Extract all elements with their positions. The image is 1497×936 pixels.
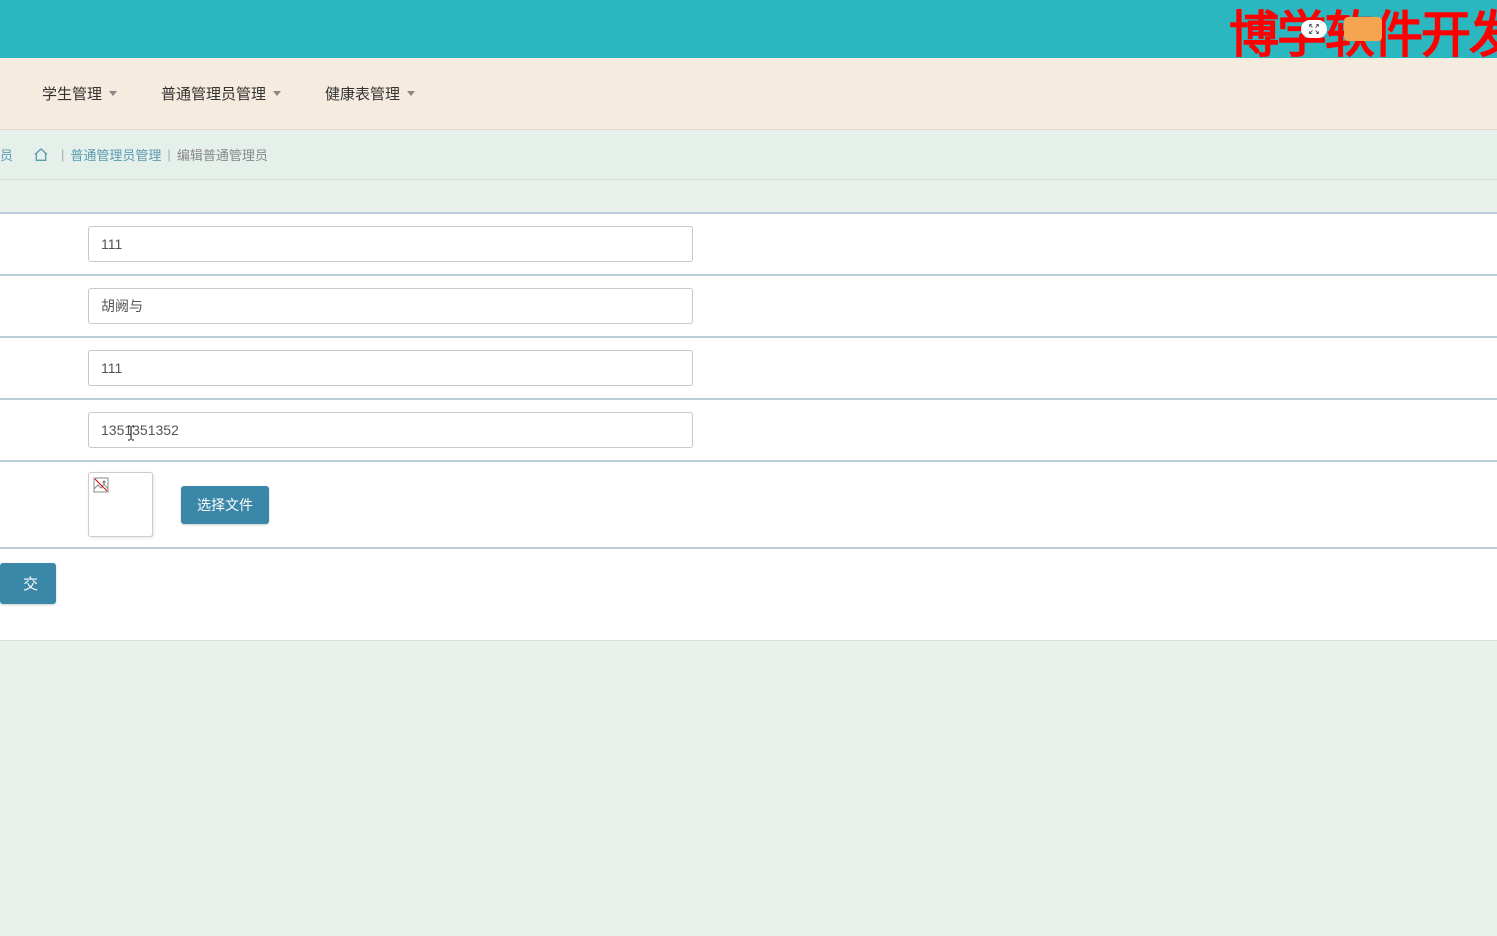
home-icon[interactable] bbox=[33, 147, 49, 163]
field-3-input[interactable] bbox=[88, 350, 693, 386]
chevron-down-icon bbox=[407, 91, 415, 96]
submit-button[interactable]: 交 bbox=[0, 563, 56, 604]
form-row-2 bbox=[0, 274, 1497, 338]
nav-item-students[interactable]: 学生管理 bbox=[20, 58, 139, 129]
chevron-down-icon bbox=[109, 91, 117, 96]
breadcrumb: 员 | 普通管理员管理 | 编辑普通管理员 bbox=[0, 130, 1497, 180]
breadcrumb-admin-mgmt[interactable]: 普通管理员管理 bbox=[70, 145, 161, 164]
broken-image-icon bbox=[93, 477, 109, 493]
breadcrumb-current: 编辑普通管理员 bbox=[177, 145, 268, 164]
nav-bar: 学生管理 普通管理员管理 健康表管理 bbox=[0, 58, 1497, 130]
breadcrumb-truncated[interactable]: 员 bbox=[0, 145, 13, 164]
chevron-down-icon bbox=[273, 91, 281, 96]
top-banner: 博学软件开发 bbox=[0, 0, 1497, 58]
expand-icon[interactable] bbox=[1301, 20, 1327, 38]
breadcrumb-sep: | bbox=[167, 147, 170, 162]
nav-label: 学生管理 bbox=[42, 83, 102, 104]
breadcrumb-sep: | bbox=[61, 147, 64, 162]
field-4-input[interactable] bbox=[88, 412, 693, 448]
image-preview[interactable] bbox=[88, 472, 153, 537]
nav-item-health[interactable]: 健康表管理 bbox=[303, 58, 437, 129]
user-badge[interactable] bbox=[1344, 17, 1382, 41]
form-row-4 bbox=[0, 398, 1497, 462]
nav-label: 健康表管理 bbox=[325, 83, 400, 104]
form-row-3 bbox=[0, 336, 1497, 400]
nav-item-admins[interactable]: 普通管理员管理 bbox=[139, 58, 303, 129]
submit-row: 交 bbox=[0, 549, 1497, 641]
choose-file-button[interactable]: 选择文件 bbox=[181, 486, 269, 524]
content-area: 选择文件 交 bbox=[0, 180, 1497, 641]
form-row-1 bbox=[0, 212, 1497, 276]
field-2-input[interactable] bbox=[88, 288, 693, 324]
field-1-input[interactable] bbox=[88, 226, 693, 262]
nav-label: 普通管理员管理 bbox=[161, 83, 266, 104]
form-row-image: 选择文件 bbox=[0, 460, 1497, 549]
